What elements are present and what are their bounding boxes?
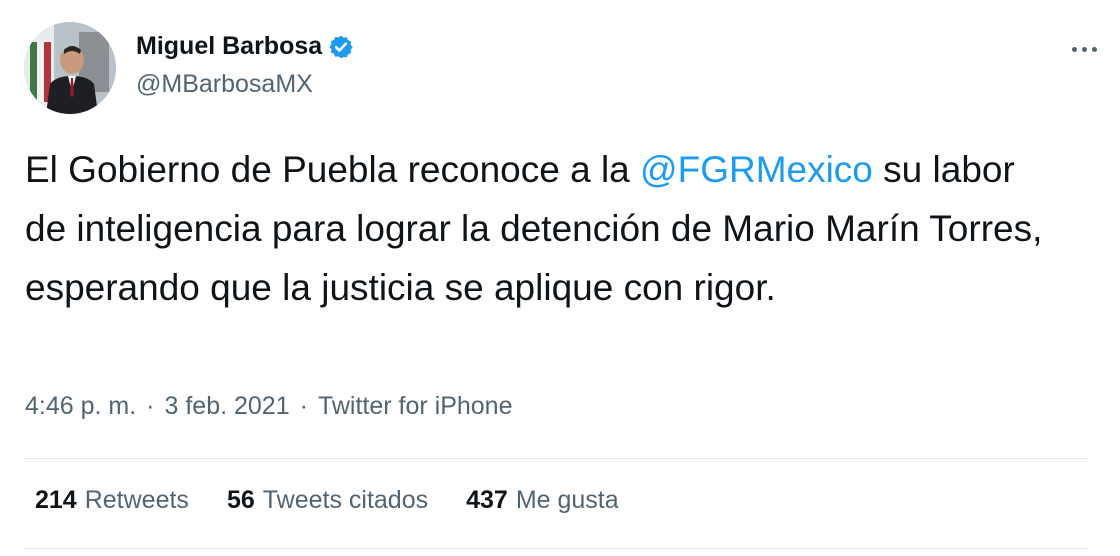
mention-link[interactable]: @FGRMexico [640, 149, 873, 190]
dot [1071, 46, 1077, 52]
retweets-label: Retweets [84, 486, 189, 514]
tweet-stats: 214 Retweets 56 Tweets citados 437 Me gu… [35, 486, 619, 515]
tweet-date[interactable]: 3 feb. 2021 [165, 392, 290, 421]
tweet-source[interactable]: Twitter for iPhone [318, 392, 513, 421]
likes-count: 437 [466, 486, 508, 514]
quotes-count: 56 [226, 486, 255, 514]
divider [24, 548, 1088, 549]
verified-badge-icon [329, 35, 353, 58]
likes-label: Me gusta [515, 486, 619, 514]
tweet-time[interactable]: 4:46 p. m. [25, 392, 136, 421]
avatar[interactable] [24, 22, 116, 114]
retweets-stat[interactable]: 214 Retweets [35, 486, 189, 515]
avatar-image [24, 22, 116, 114]
dot [1081, 46, 1087, 52]
likes-stat[interactable]: 437 Me gusta [466, 486, 619, 515]
tweet-meta: 4:46 p. m. · 3 feb. 2021 · Twitter for i… [25, 392, 512, 421]
author-handle[interactable]: @MBarbosaMX [136, 70, 354, 99]
tweet-text: El Gobierno de Puebla reconoce a la @FGR… [25, 140, 1045, 317]
retweets-count: 214 [35, 486, 77, 514]
quotes-stat[interactable]: 56 Tweets citados [227, 486, 428, 515]
tweet-header: Miguel Barbosa @MBarbosaMX [24, 22, 1104, 114]
meta-separator: · [146, 392, 155, 420]
quotes-label: Tweets citados [262, 486, 429, 514]
author-display-name[interactable]: Miguel Barbosa [136, 32, 322, 61]
dot [1091, 46, 1097, 52]
author-info: Miguel Barbosa @MBarbosaMX [136, 32, 354, 99]
name-row: Miguel Barbosa [136, 32, 354, 61]
meta-separator: · [299, 392, 308, 420]
tweet-text-before: El Gobierno de Puebla reconoce a la [25, 149, 641, 190]
more-options-icon[interactable] [1064, 34, 1104, 64]
divider [24, 458, 1088, 459]
